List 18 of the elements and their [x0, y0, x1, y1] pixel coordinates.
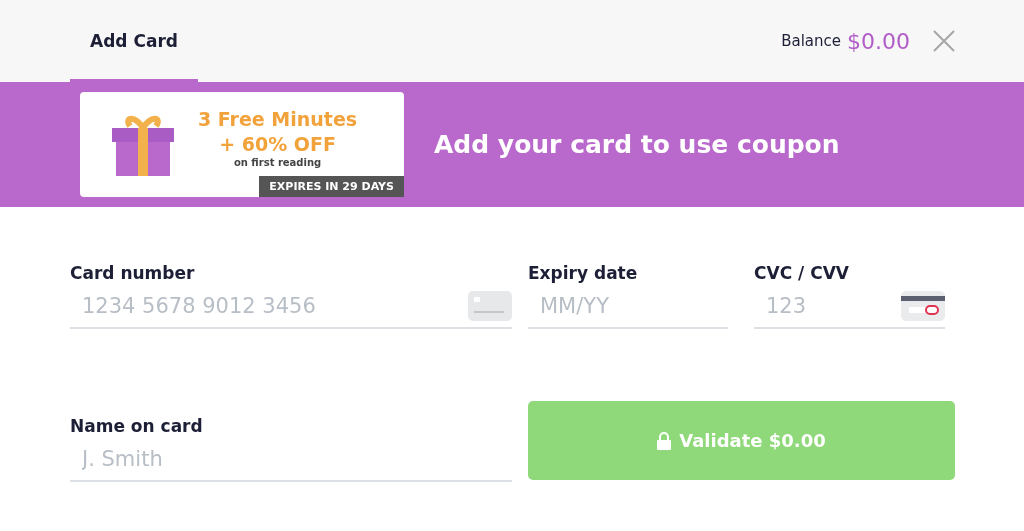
- coupon-offer: + 60% OFF: [219, 132, 336, 157]
- coupon-headline: 3 Free Minutes: [198, 107, 358, 132]
- field-label: CVC / CVV: [754, 262, 850, 285]
- coupon-message: Add your card to use coupon: [434, 130, 840, 159]
- lock-icon: [657, 431, 672, 450]
- balance-amount: $0.00: [847, 28, 910, 54]
- field-label: Name on card: [70, 415, 204, 438]
- field-label: Card number: [70, 262, 196, 285]
- input-field[interactable]: MM/YY: [528, 286, 728, 326]
- expiry-badge: EXPIRES IN 29 DAYS: [259, 176, 404, 197]
- card-back-icon: [901, 291, 945, 321]
- input-field[interactable]: 123: [754, 286, 901, 326]
- close-icon[interactable]: [932, 29, 956, 53]
- card-icon: [468, 291, 512, 321]
- coupon-note: on first reading: [233, 157, 322, 168]
- balance-label: Balance: [781, 32, 841, 50]
- field-label: Expiry date: [528, 262, 639, 285]
- input-field[interactable]: 1234 5678 9012 3456: [70, 286, 468, 326]
